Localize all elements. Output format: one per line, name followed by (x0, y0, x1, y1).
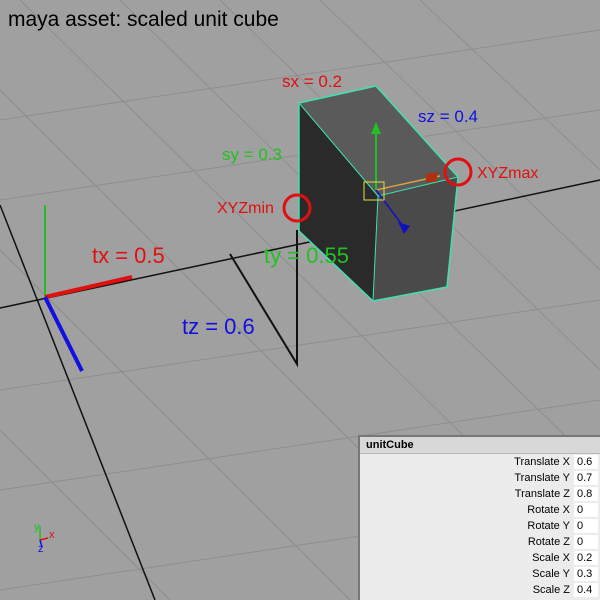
channel-value-field[interactable]: 0.2 (574, 551, 598, 565)
channel-label: Translate X (514, 456, 570, 468)
channel-row-scale-x[interactable]: Scale X 0.2 (360, 550, 600, 566)
channel-row-rotate-z[interactable]: Rotate Z 0 (360, 534, 600, 550)
channel-label: Rotate Z (527, 536, 570, 548)
label-xyzmax: XYZmax (477, 165, 538, 182)
label-tx: tx = 0.5 (92, 243, 165, 268)
channel-value-field[interactable]: 0 (574, 519, 598, 533)
channel-row-translate-z[interactable]: Translate Z 0.8 (360, 486, 600, 502)
channel-row-rotate-x[interactable]: Rotate X 0 (360, 502, 600, 518)
cube-side-face (373, 177, 458, 301)
channel-row-scale-y[interactable]: Scale Y 0.3 (360, 566, 600, 582)
channel-label: Scale X (532, 552, 570, 564)
channel-row-translate-y[interactable]: Translate Y 0.7 (360, 470, 600, 486)
channel-value-field[interactable]: 0.8 (574, 487, 598, 501)
channel-label: Scale Y (532, 568, 570, 580)
channel-label: Scale Z (532, 584, 570, 596)
channel-label: Rotate X (527, 504, 570, 516)
channel-row-translate-x[interactable]: Translate X 0.6 (360, 454, 600, 470)
label-sy: sy = 0.3 (222, 145, 282, 164)
view-axis-z-label: z (38, 543, 44, 555)
label-sz: sz = 0.4 (418, 107, 478, 126)
channel-label: Rotate Y (527, 520, 570, 532)
label-sx: sx = 0.2 (282, 72, 342, 91)
channel-box[interactable]: unitCube Translate X 0.6 Translate Y 0.7… (358, 435, 600, 600)
channel-label: Translate Y (514, 472, 570, 484)
channel-value-field[interactable]: 0.6 (574, 455, 598, 469)
channel-value-field[interactable]: 0.4 (574, 583, 598, 597)
label-xyzmin: XYZmin (217, 200, 274, 217)
label-ty: ty = 0.55 (264, 243, 349, 268)
channel-value-field[interactable]: 0.7 (574, 471, 598, 485)
view-axis-x-label: x (49, 529, 55, 541)
channel-row-scale-z[interactable]: Scale Z 0.4 (360, 582, 600, 598)
channel-row-rotate-y[interactable]: Rotate Y 0 (360, 518, 600, 534)
view-axis-y-label: y (34, 521, 40, 533)
channel-box-object-name[interactable]: unitCube (360, 437, 600, 454)
channel-value-field[interactable]: 0.3 (574, 567, 598, 581)
channel-value-field[interactable]: 0 (574, 503, 598, 517)
label-tz: tz = 0.6 (182, 314, 255, 339)
channel-value-field[interactable]: 0 (574, 535, 598, 549)
viewport-title: maya asset: scaled unit cube (8, 8, 279, 31)
channel-label: Translate Z (514, 488, 570, 500)
